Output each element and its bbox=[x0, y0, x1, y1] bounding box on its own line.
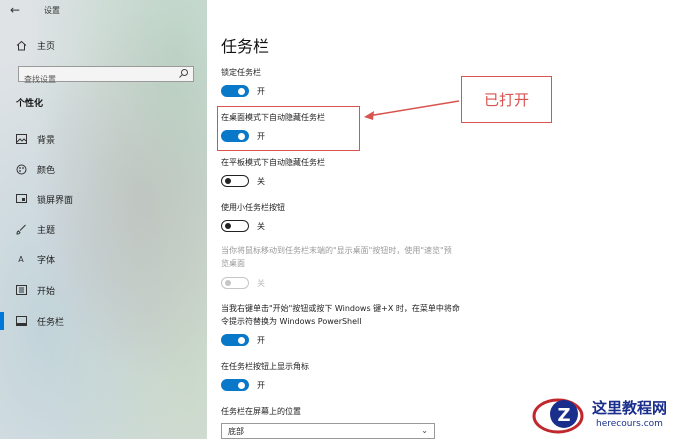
sidebar-item-label: 字体 bbox=[37, 255, 56, 266]
toggle-state: 开 bbox=[257, 131, 265, 141]
toggle-state: 开 bbox=[257, 380, 265, 390]
toggle-badges[interactable]: 开 bbox=[221, 378, 265, 392]
start-icon bbox=[15, 284, 27, 296]
sidebar-item-label: 任务栏 bbox=[37, 317, 65, 328]
sidebar-item-taskbar[interactable]: 任务栏 bbox=[0, 310, 207, 332]
sidebar-item-label: 锁屏界面 bbox=[37, 195, 74, 206]
setting-label-autohide-tablet: 在平板模式下自动隐藏任务栏 bbox=[221, 158, 325, 167]
setting-label-peek-line2: 览桌面 bbox=[221, 259, 245, 268]
watermark: Z 这里教程网 herecours.com bbox=[530, 392, 680, 438]
sidebar-item-background[interactable]: 背景 bbox=[0, 128, 207, 150]
sidebar-item-label: 主题 bbox=[37, 225, 56, 236]
search-field[interactable] bbox=[18, 66, 194, 87]
picture-icon bbox=[15, 133, 27, 145]
sidebar-item-label: 背景 bbox=[37, 135, 56, 146]
sidebar-item-colors[interactable]: 颜色 bbox=[0, 158, 207, 180]
app-title: 设置 bbox=[44, 6, 60, 15]
font-icon: А bbox=[18, 254, 24, 264]
palette-icon bbox=[15, 163, 27, 175]
setting-label-lock-taskbar: 锁定任务栏 bbox=[221, 68, 261, 77]
svg-text:Z: Z bbox=[557, 405, 570, 426]
watermark-name: 这里教程网 bbox=[592, 399, 668, 417]
chevron-down-icon: ⌄ bbox=[421, 426, 428, 435]
search-icon[interactable] bbox=[178, 68, 189, 79]
toggle-small-buttons[interactable]: 关 bbox=[221, 219, 265, 233]
toggle-switch[interactable] bbox=[221, 220, 249, 232]
callout-text: 已打开 bbox=[483, 91, 529, 109]
setting-label-autohide-desktop: 在桌面模式下自动隐藏任务栏 bbox=[221, 113, 325, 122]
taskbar-icon bbox=[15, 315, 27, 327]
sidebar-item-label: 开始 bbox=[37, 286, 56, 297]
toggle-switch[interactable] bbox=[221, 130, 249, 142]
z-logo-icon: Z bbox=[532, 398, 584, 434]
page-title: 任务栏 bbox=[221, 37, 270, 56]
sidebar-item-label: 主页 bbox=[37, 41, 56, 52]
setting-label-small-buttons: 使用小任务栏按钮 bbox=[221, 203, 285, 212]
dropdown-value: 底部 bbox=[228, 426, 244, 436]
brush-icon bbox=[15, 223, 27, 235]
sidebar-item-home[interactable]: 主页 bbox=[0, 34, 207, 56]
watermark-url: herecours.com bbox=[596, 419, 663, 429]
sidebar-item-lock-screen[interactable]: 锁屏界面 bbox=[0, 188, 207, 210]
back-arrow-icon[interactable]: ← bbox=[10, 3, 20, 17]
annotation-callout: 已打开 bbox=[461, 76, 552, 123]
setting-label-powershell: 当我右键单击"开始"按钮或按下 Windows 键+X 时，在菜单中将命 bbox=[221, 304, 460, 313]
toggle-switch bbox=[221, 277, 249, 289]
sidebar-item-themes[interactable]: 主题 bbox=[0, 218, 207, 240]
setting-label-badges: 在任务栏按钮上显示角标 bbox=[221, 362, 309, 371]
toggle-switch[interactable] bbox=[221, 85, 249, 97]
toggle-powershell[interactable]: 开 bbox=[221, 333, 265, 347]
toggle-switch[interactable] bbox=[221, 379, 249, 391]
toggle-autohide-desktop[interactable]: 开 bbox=[221, 129, 265, 143]
setting-label-peek: 当你将鼠标移动到任务栏末端的"显示桌面"按钮时，使用"速览"预 bbox=[221, 246, 452, 255]
setting-label-position: 任务栏在屏幕上的位置 bbox=[221, 407, 301, 416]
toggle-autohide-tablet[interactable]: 关 bbox=[221, 174, 265, 188]
home-icon bbox=[15, 39, 27, 51]
sidebar: ← 设置 主页 个性化 背景 颜色 锁屏界面 bbox=[0, 0, 207, 439]
position-dropdown[interactable]: 底部 ⌄ bbox=[221, 423, 435, 439]
sidebar-item-label: 颜色 bbox=[37, 165, 56, 176]
toggle-state: 关 bbox=[257, 176, 265, 186]
toggle-lock-taskbar[interactable]: 开 bbox=[221, 84, 265, 98]
toggle-state: 关 bbox=[257, 278, 265, 288]
toggle-state: 关 bbox=[257, 221, 265, 231]
main-panel: 任务栏 锁定任务栏 开 在桌面模式下自动隐藏任务栏 开 在平板模式下自动隐藏任务… bbox=[207, 0, 683, 439]
toggle-switch[interactable] bbox=[221, 334, 249, 346]
setting-label-powershell-line2: 令提示符替换为 Windows PowerShell bbox=[221, 317, 362, 326]
section-title: 个性化 bbox=[16, 99, 44, 109]
toggle-state: 开 bbox=[257, 86, 265, 96]
sidebar-item-start[interactable]: 开始 bbox=[0, 279, 207, 301]
toggle-switch[interactable] bbox=[221, 175, 249, 187]
lock-screen-icon bbox=[15, 193, 27, 205]
sidebar-item-fonts[interactable]: А 字体 bbox=[0, 248, 207, 270]
search-input[interactable] bbox=[19, 72, 174, 87]
toggle-peek: 关 bbox=[221, 276, 265, 290]
title-bar: ← 设置 bbox=[0, 0, 207, 22]
toggle-state: 开 bbox=[257, 335, 265, 345]
